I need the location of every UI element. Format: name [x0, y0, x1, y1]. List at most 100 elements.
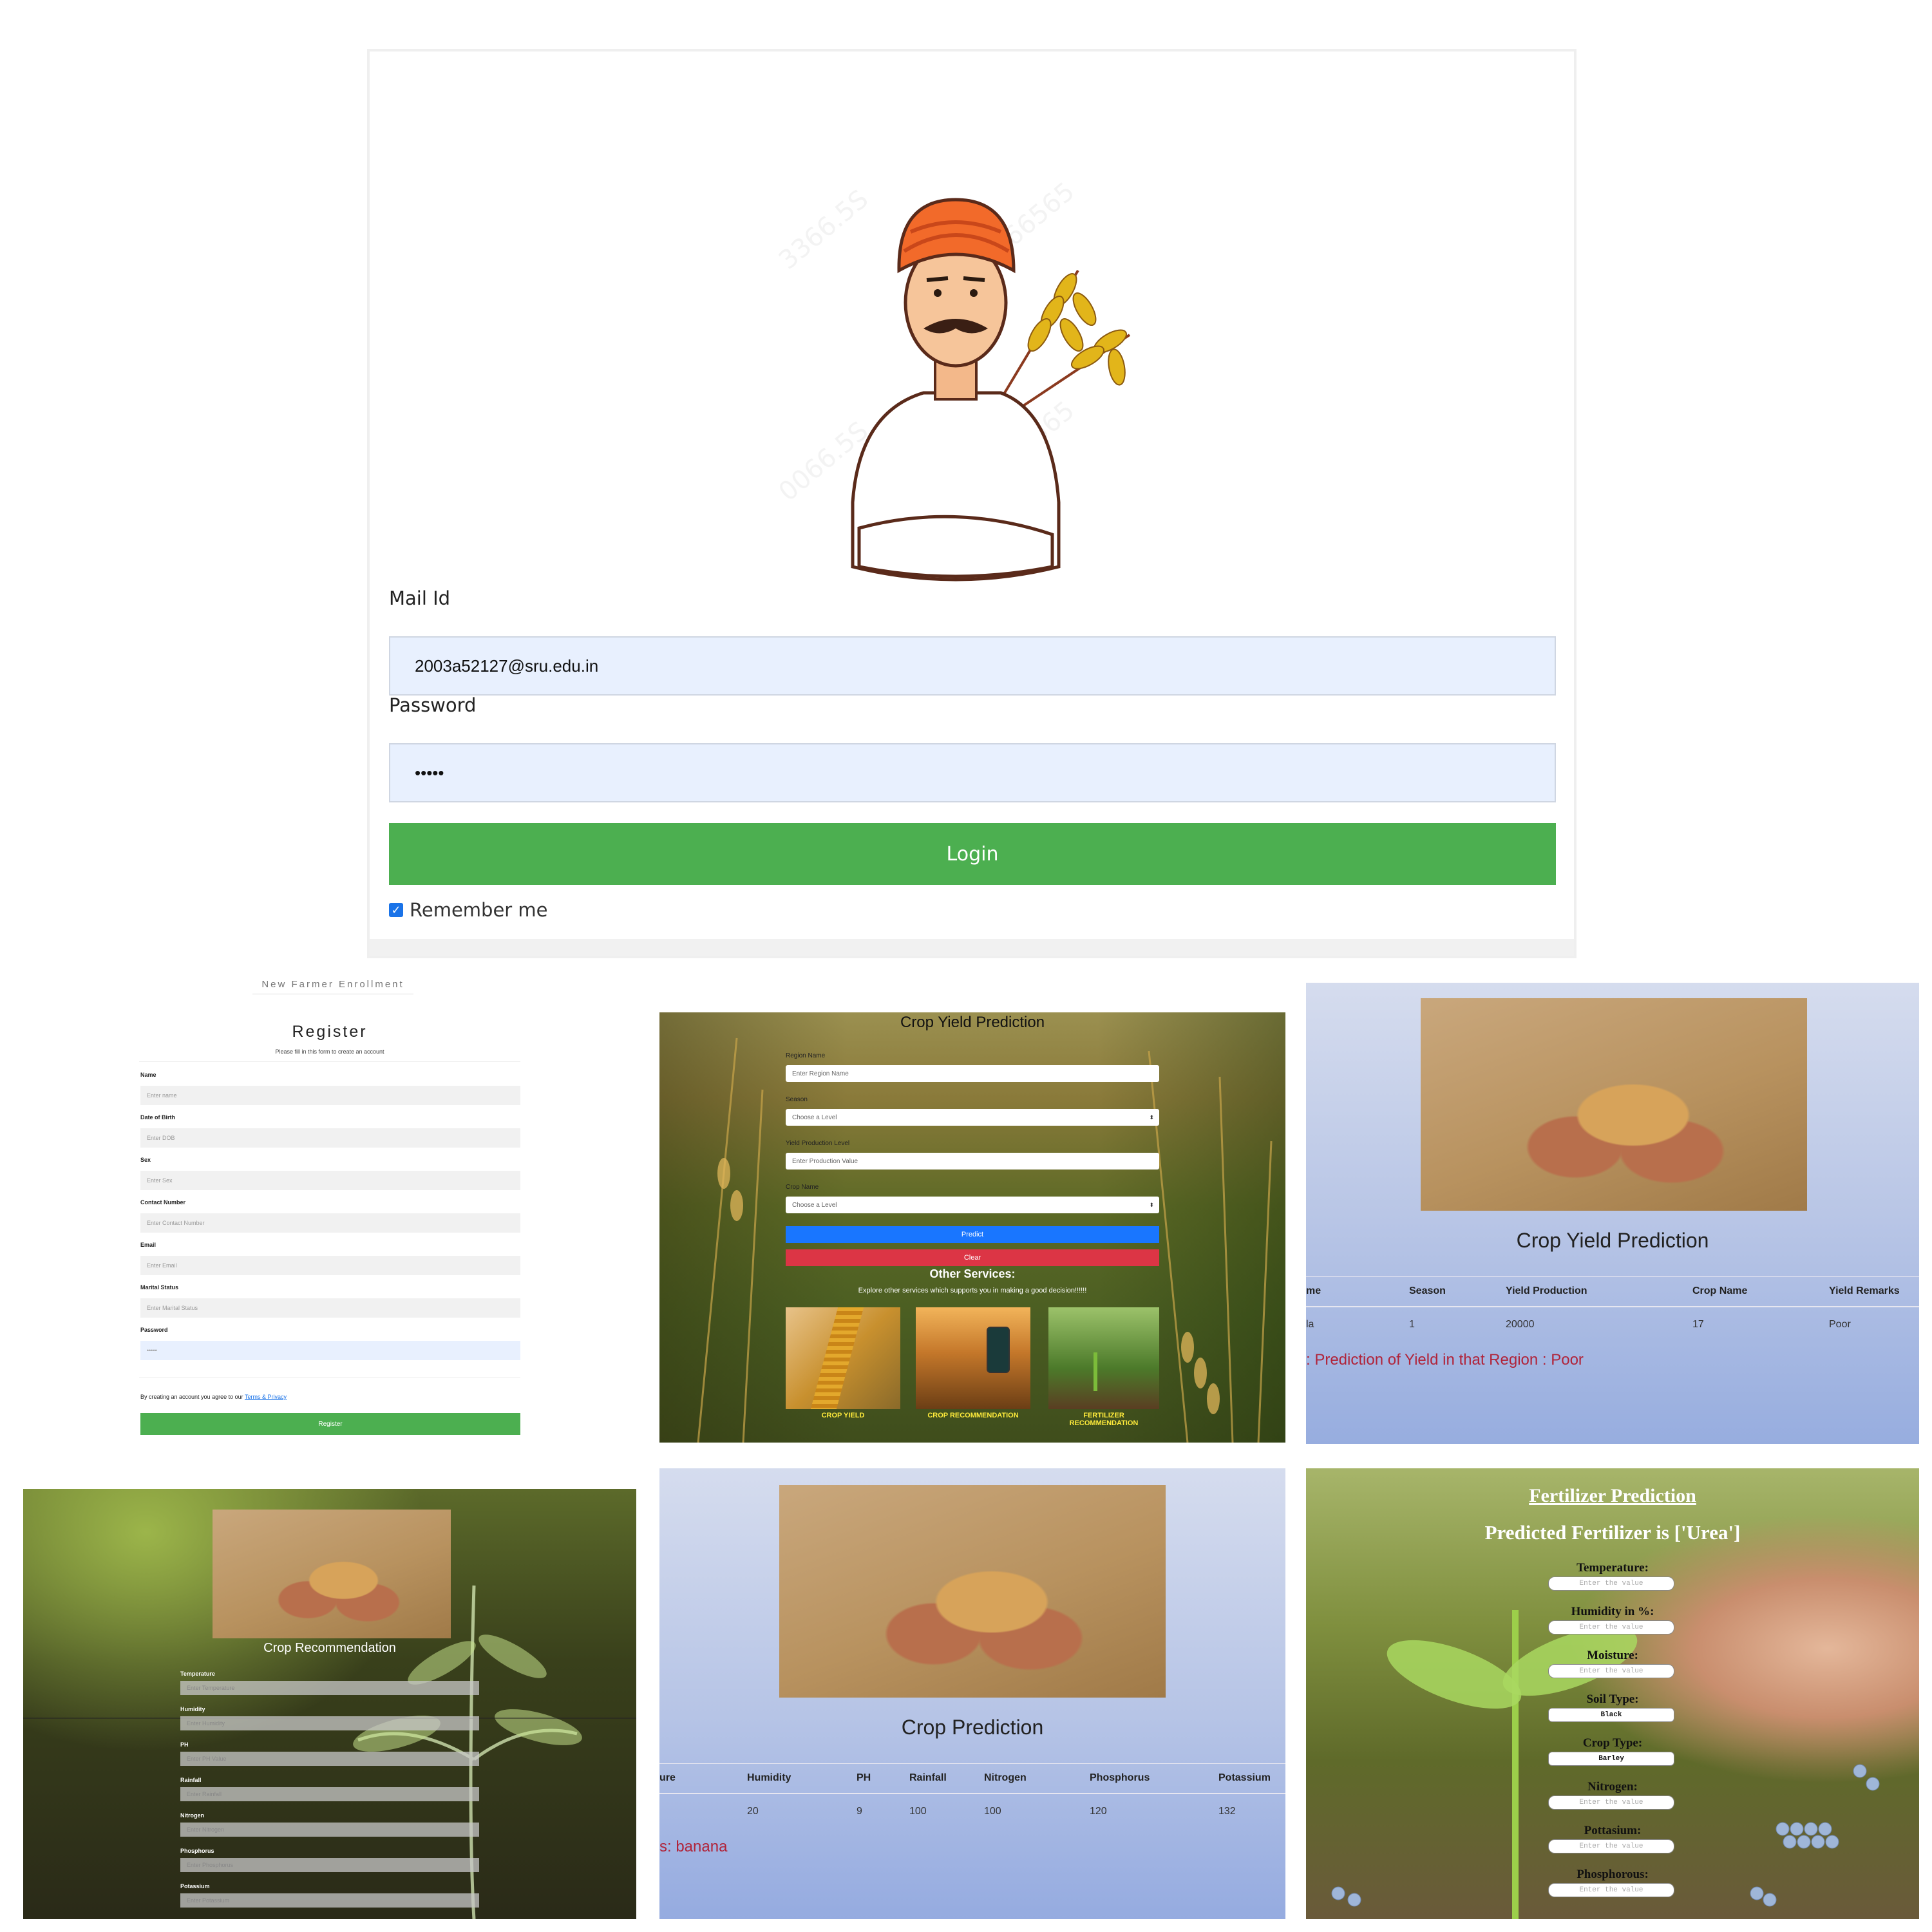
divider — [139, 1377, 520, 1378]
enrollment-title: New Farmer Enrollment — [252, 979, 413, 994]
service-label-crop-recommendation[interactable]: CROP RECOMMENDATION — [916, 1412, 1030, 1419]
table-header-cell: Potassium — [1218, 1772, 1271, 1783]
checkbox-checked-icon[interactable]: ✓ — [389, 903, 403, 917]
register-field-input[interactable]: Enter Sex — [140, 1171, 520, 1190]
fertilizer-field-label: Humidity in %: — [1571, 1605, 1654, 1618]
select-arrows-icon: ⬍ — [1149, 1201, 1154, 1208]
fertilizer-panel: Fertilizer Prediction Predicted Fertiliz… — [1306, 1468, 1919, 1919]
register-field-label: Marital Status — [140, 1284, 179, 1291]
card-footer — [370, 939, 1574, 956]
service-card-crop-recommendation[interactable] — [916, 1307, 1030, 1409]
table-header-cell: ure — [659, 1772, 676, 1783]
fertilizer-field-label: Crop Type: — [1582, 1736, 1643, 1750]
fertilizer-result: Predicted Fertilizer is ['Urea'] — [1484, 1521, 1741, 1544]
recommendation-field-input[interactable]: Enter Humidity — [180, 1716, 479, 1730]
predict-button[interactable]: Predict — [786, 1226, 1159, 1243]
crop-name-select[interactable]: Choose a Level ⬍ — [786, 1197, 1159, 1213]
recommendation-field-input[interactable]: Enter Phosphorus — [180, 1858, 479, 1872]
remember-me[interactable]: ✓ Remember me — [389, 899, 548, 921]
recommendation-field-label: Humidity — [180, 1706, 205, 1712]
recommendation-field-label: Temperature — [180, 1671, 215, 1677]
fertilizer-select[interactable]: Barley — [1548, 1752, 1674, 1766]
table-header-cell: Nitrogen — [984, 1772, 1027, 1783]
terms-text: By creating an account you agree to our … — [140, 1394, 287, 1400]
table-header-cell: Yield Remarks — [1829, 1285, 1900, 1296]
remember-label: Remember me — [410, 899, 548, 921]
crop-prediction-panel: Crop Prediction ure Humidity PH Rainfall Nit… — [659, 1468, 1285, 1919]
svg-text:3366.5S: 3366.5S — [773, 184, 874, 276]
register-field-label: Contact Number — [140, 1199, 186, 1206]
table-top-rule — [659, 1763, 1285, 1764]
table-cell: 100 — [984, 1806, 1001, 1817]
fertilizer-input[interactable]: Enter the value — [1548, 1664, 1674, 1678]
crop-prediction-title: Crop Prediction — [901, 1716, 1044, 1739]
service-card-fertilizer[interactable] — [1048, 1307, 1159, 1409]
register-field-label: Date of Birth — [140, 1114, 175, 1121]
recommendation-field-input[interactable]: Enter Nitrogen — [180, 1823, 479, 1837]
region-input[interactable]: Enter Region Name — [786, 1065, 1159, 1082]
register-field-label: Password — [140, 1327, 168, 1333]
services-subtitle: Explore other services which supports yo… — [858, 1287, 1087, 1294]
select-arrows-icon: ⬍ — [1149, 1113, 1154, 1121]
register-button[interactable]: Register — [140, 1413, 520, 1435]
fertilizer-input[interactable]: Enter the value — [1548, 1620, 1674, 1634]
yield-level-input[interactable]: Enter Production Value — [786, 1153, 1159, 1170]
table-header-cell: Humidity — [747, 1772, 791, 1783]
yield-result-text: : Prediction of Yield in that Region : P… — [1306, 1351, 1584, 1368]
recommendation-field-label: PH — [180, 1741, 189, 1748]
sprout-image — [1094, 1352, 1097, 1391]
table-top-rule — [1306, 1276, 1919, 1277]
service-card-crop-yield[interactable] — [786, 1307, 900, 1409]
recommendation-field-label: Phosphorus — [180, 1848, 214, 1854]
table-header-cell: Yield Production — [1506, 1285, 1587, 1296]
table-cell: 17 — [1692, 1319, 1704, 1330]
season-value: Choose a Level — [792, 1113, 837, 1121]
recommendation-field-input[interactable]: Enter Rainfall — [180, 1787, 479, 1801]
fertilizer-input[interactable]: Enter the value — [1548, 1839, 1674, 1853]
password-input[interactable]: ••••• — [389, 743, 1556, 802]
table-header-cell: Phosphorus — [1090, 1772, 1150, 1783]
fertilizer-input[interactable]: Enter the value — [1548, 1795, 1674, 1810]
register-field-input[interactable]: Enter name — [140, 1086, 520, 1105]
mail-label: Mail Id — [389, 587, 451, 609]
yield-result-panel: Crop Yield Prediction me Season Yield Prod… — [1306, 983, 1919, 1444]
register-field-input[interactable]: ••••• — [140, 1341, 520, 1360]
service-label-crop-yield[interactable]: CROP YIELD — [786, 1412, 900, 1419]
season-select[interactable]: Choose a Level ⬍ — [786, 1109, 1159, 1126]
register-field-input[interactable]: Enter Contact Number — [140, 1213, 520, 1233]
yield-form-title: Crop Yield Prediction — [900, 1014, 1045, 1031]
table-cell: la — [1306, 1319, 1314, 1330]
terms-prefix: By creating an account you agree to our — [140, 1394, 243, 1400]
seeds-hands-image — [1421, 998, 1807, 1211]
register-field-input[interactable]: Enter DOB — [140, 1128, 520, 1148]
register-field-input[interactable]: Enter Marital Status — [140, 1298, 520, 1318]
corn-image — [810, 1307, 864, 1409]
service-label-fertilizer[interactable]: FERTILIZER RECOMMENDATION — [1048, 1412, 1159, 1427]
clear-button[interactable]: Clear — [786, 1249, 1159, 1266]
login-button[interactable]: Login — [389, 823, 1556, 885]
crop-name-value: Choose a Level — [792, 1201, 837, 1209]
table-cell: 20 — [747, 1806, 759, 1817]
fertilizer-input[interactable]: Enter the value — [1548, 1883, 1674, 1897]
table-cell: 1 — [1409, 1319, 1415, 1330]
register-subtitle: Please fill in this form to create an ac… — [275, 1048, 384, 1055]
fertilizer-select[interactable]: Black — [1548, 1708, 1674, 1722]
terms-link[interactable]: Terms & Privacy — [245, 1394, 287, 1400]
yield-level-label: Yield Production Level — [786, 1140, 850, 1147]
table-header-cell: Crop Name — [1692, 1285, 1748, 1296]
register-field-input[interactable]: Enter Email — [140, 1256, 520, 1275]
register-panel: New Farmer Enrollment Register Please fi… — [129, 972, 631, 1449]
table-cell: Poor — [1829, 1319, 1851, 1330]
recommendation-field-input[interactable]: Enter Temperature — [180, 1681, 479, 1695]
password-label: Password — [389, 694, 477, 716]
recommendation-field-input[interactable]: Enter Potassium — [180, 1893, 479, 1908]
table-header-cell: me — [1306, 1285, 1321, 1296]
yield-result-title: Crop Yield Prediction — [1516, 1229, 1709, 1252]
register-title: Register — [292, 1023, 368, 1041]
fertilizer-input[interactable]: Enter the value — [1548, 1577, 1674, 1591]
yield-form-panel: Crop Yield Prediction Region Name Enter … — [659, 1012, 1285, 1443]
register-field-label: Sex — [140, 1157, 151, 1163]
mail-input[interactable]: 2003a52127@sru.edu.in — [389, 636, 1556, 696]
fertilizer-field-label: Soil Type: — [1586, 1692, 1639, 1706]
recommendation-field-input[interactable]: Enter PH Value — [180, 1752, 479, 1766]
